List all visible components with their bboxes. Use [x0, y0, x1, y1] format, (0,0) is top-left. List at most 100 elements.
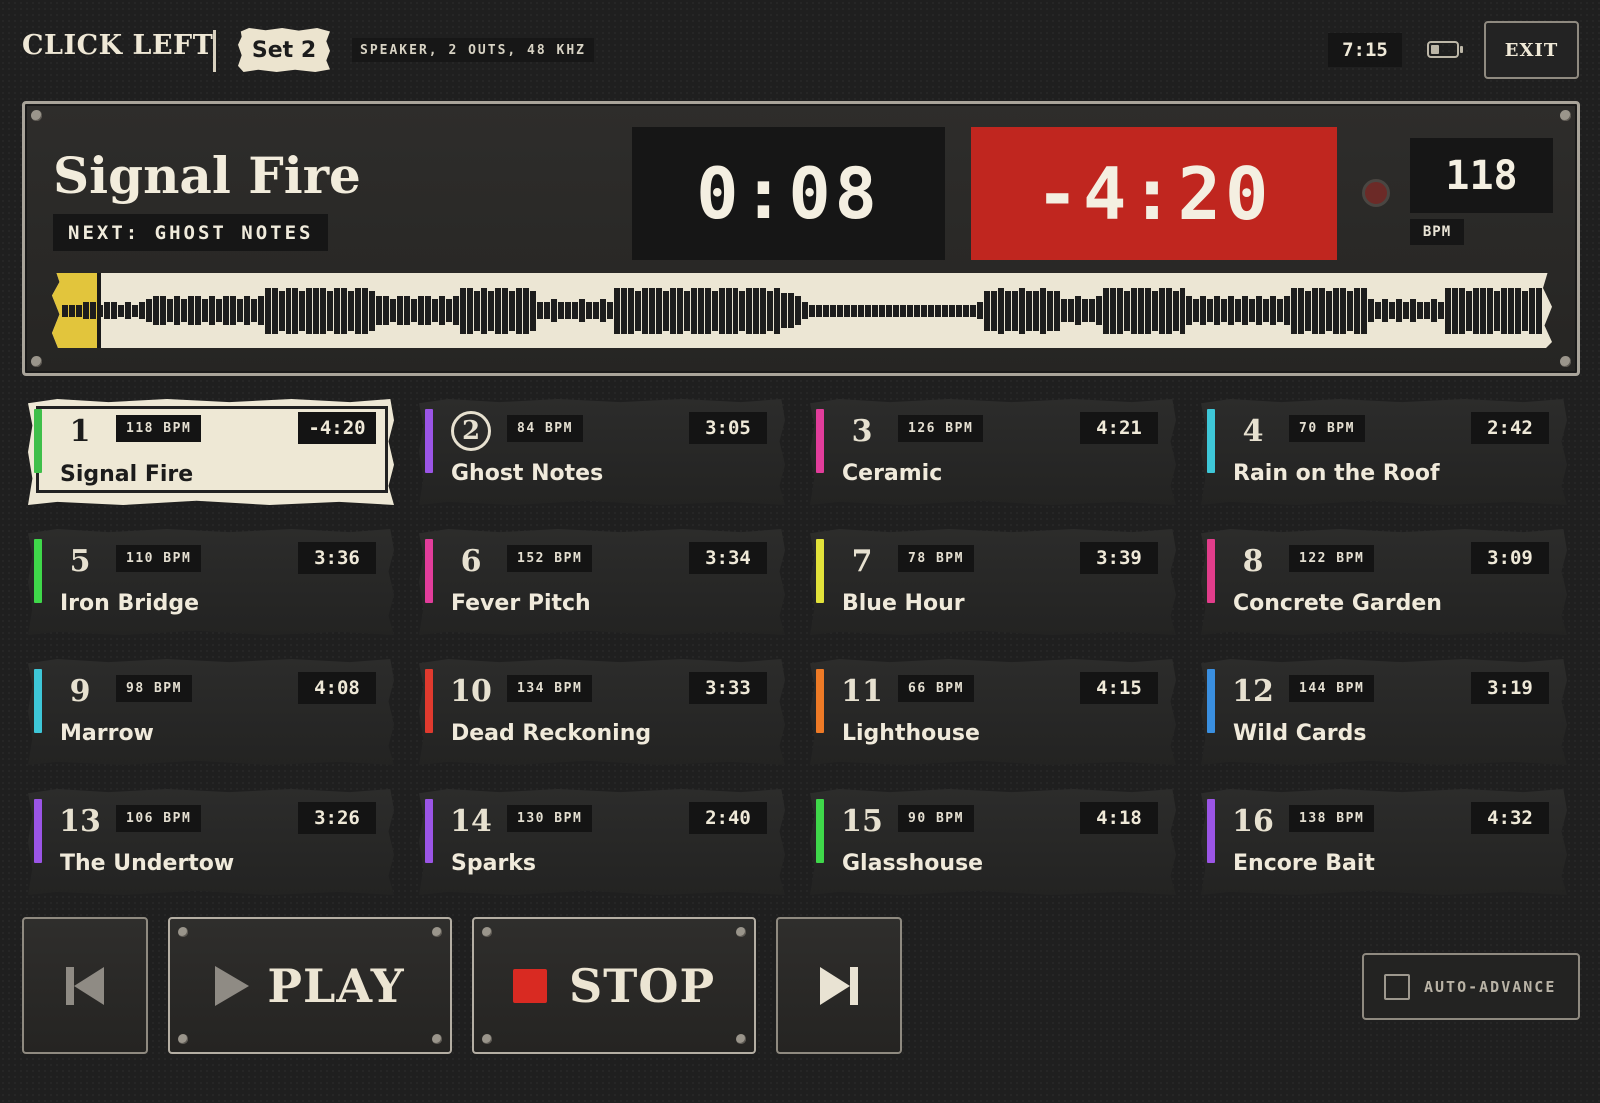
waveform-bar [1165, 287, 1172, 334]
skip-back-icon [66, 966, 104, 1005]
track-bpm: 66 BPM [898, 675, 974, 702]
waveform-bar [606, 302, 613, 319]
waveform-bar [236, 299, 243, 322]
waveform-bar [564, 302, 571, 319]
previous-track-button[interactable] [22, 917, 148, 1054]
waveform-bar [879, 304, 886, 317]
waveform-bar [990, 290, 997, 331]
track-card-4[interactable]: 4 70 BPM 2:42 Rain on the Roof [1201, 399, 1567, 505]
track-number: 12 [1232, 673, 1274, 709]
waveform-bar [1200, 296, 1207, 325]
stop-button[interactable]: STOP [472, 917, 756, 1054]
waveform-bar [1088, 299, 1095, 322]
waveform-bar [152, 296, 159, 325]
waveform-bar [215, 299, 222, 322]
waveform-bar [1060, 299, 1067, 322]
waveform-bar [578, 299, 585, 322]
track-card-12[interactable]: 12 144 BPM 3:19 Wild Cards [1201, 659, 1567, 765]
track-card-15[interactable]: 15 90 BPM 4:18 Glasshouse [810, 789, 1176, 895]
track-card-13[interactable]: 13 106 BPM 3:26 The Undertow [28, 789, 394, 895]
waveform-bar [1137, 287, 1144, 334]
waveform-bar [1256, 296, 1263, 325]
playhead[interactable] [97, 273, 101, 348]
now-playing-title: Signal Fire [53, 146, 361, 205]
track-bpm: 84 BPM [507, 415, 583, 442]
track-card-9[interactable]: 9 98 BPM 4:08 Marrow [28, 659, 394, 765]
track-title: Marrow [60, 721, 154, 746]
waveform-bar [1409, 299, 1416, 322]
waveform-bar [1109, 287, 1116, 334]
waveform-bar [557, 302, 564, 319]
track-duration: 3:34 [689, 542, 767, 574]
waveform-bar [746, 287, 753, 334]
waveform-bar [620, 287, 627, 334]
waveform-bar [718, 287, 725, 334]
auto-advance-checkbox[interactable] [1384, 973, 1410, 1000]
track-card-2[interactable]: 2 84 BPM 3:05 Ghost Notes [419, 399, 785, 505]
track-title: Dead Reckoning [451, 721, 652, 746]
waveform-scrubber[interactable] [52, 273, 1552, 348]
next-track-button[interactable] [776, 917, 902, 1054]
waveform-bar [418, 296, 425, 325]
track-card-6[interactable]: 6 152 BPM 3:34 Fever Pitch [419, 529, 785, 635]
track-duration: 3:39 [1080, 542, 1158, 574]
screw-icon [31, 356, 42, 367]
track-color-stripe [425, 409, 433, 473]
track-color-stripe [1207, 799, 1215, 863]
waveform-bar [515, 287, 522, 334]
waveform-bar [1032, 290, 1039, 331]
track-duration: 3:33 [689, 672, 767, 704]
waveform-bar [278, 290, 285, 331]
waveform-bar [446, 299, 453, 322]
track-card-7[interactable]: 7 78 BPM 3:39 Blue Hour [810, 529, 1176, 635]
waveform-bar [725, 287, 732, 334]
waveform-bar [1458, 287, 1465, 334]
waveform-bar [942, 304, 949, 317]
track-card-5[interactable]: 5 110 BPM 3:36 Iron Bridge [28, 529, 394, 635]
waveform-bar [753, 287, 760, 334]
waveform-bar [760, 287, 767, 334]
waveform-bar [697, 287, 704, 334]
waveform-bar [271, 287, 278, 334]
track-card-16[interactable]: 16 138 BPM 4:32 Encore Bait [1201, 789, 1567, 895]
track-card-14[interactable]: 14 130 BPM 2:40 Sparks [419, 789, 785, 895]
waveform-bar [529, 290, 536, 331]
waveform-bar [1018, 287, 1025, 334]
track-duration: 3:36 [298, 542, 376, 574]
track-card-3[interactable]: 3 126 BPM 4:21 Ceramic [810, 399, 1176, 505]
waveform-bar [348, 290, 355, 331]
waveform-bar [704, 287, 711, 334]
track-card-10[interactable]: 10 134 BPM 3:33 Dead Reckoning [419, 659, 785, 765]
waveform-bar [1067, 299, 1074, 322]
track-card-1[interactable]: 1 118 BPM -4:20 Signal Fire [28, 399, 394, 505]
waveform-bar [320, 287, 327, 334]
waveform-bar [432, 299, 439, 322]
track-duration: 4:21 [1080, 412, 1158, 444]
waveform-bar [103, 302, 110, 319]
waveform-bar [1193, 299, 1200, 322]
waveform-bar [893, 304, 900, 317]
exit-button[interactable]: EXIT [1484, 21, 1579, 79]
waveform-bar [1081, 299, 1088, 322]
clock: 7:15 [1328, 33, 1402, 67]
waveform-bar [851, 304, 858, 317]
waveform-bar [781, 293, 788, 328]
track-card-11[interactable]: 11 66 BPM 4:15 Lighthouse [810, 659, 1176, 765]
next-track-label: NEXT: GHOST NOTES [53, 214, 329, 251]
auto-advance-toggle[interactable]: AUTO-ADVANCE [1362, 953, 1580, 1020]
waveform-bar [536, 302, 543, 319]
waveform-bar [1011, 290, 1018, 331]
brand-divider [213, 30, 216, 72]
waveform-bar [257, 296, 264, 325]
waveform-bar [907, 304, 914, 317]
track-color-stripe [34, 409, 42, 473]
set-badge[interactable]: Set 2 [238, 28, 330, 72]
waveform-bar [1004, 290, 1011, 331]
track-card-8[interactable]: 8 122 BPM 3:09 Concrete Garden [1201, 529, 1567, 635]
waveform-bar [634, 290, 641, 331]
waveform-bar [949, 304, 955, 317]
waveform-bar [131, 304, 138, 317]
play-button[interactable]: PLAY [168, 917, 452, 1054]
waveform-bar [1298, 287, 1305, 334]
waveform-bar [250, 299, 257, 322]
